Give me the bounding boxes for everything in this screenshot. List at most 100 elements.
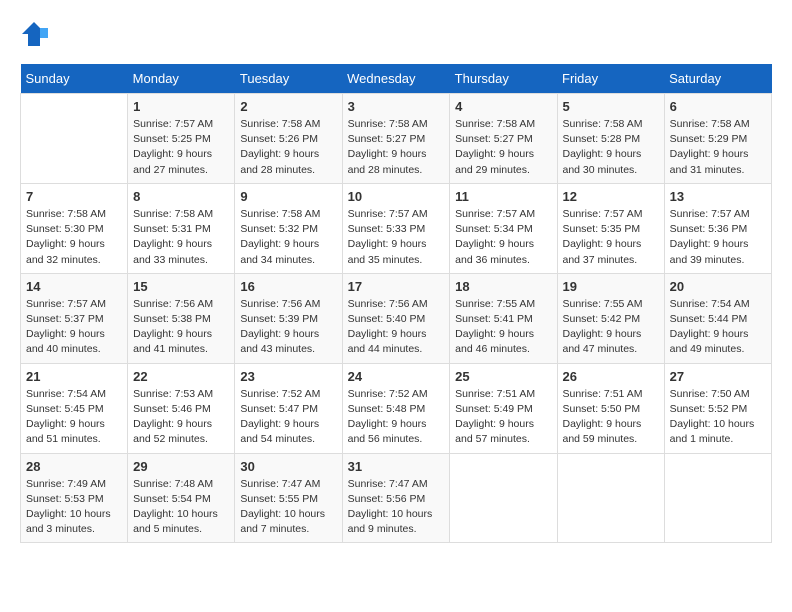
day-info: Sunrise: 7:58 AMSunset: 5:27 PMDaylight:… — [348, 117, 445, 178]
calendar-cell: 28 Sunrise: 7:49 AMSunset: 5:53 PMDayligh… — [21, 453, 128, 543]
calendar-table: SundayMondayTuesdayWednesdayThursdayFrid… — [20, 64, 772, 543]
day-info: Sunrise: 7:56 AMSunset: 5:40 PMDaylight:… — [348, 297, 445, 358]
calendar-cell: 7 Sunrise: 7:58 AMSunset: 5:30 PMDaylight… — [21, 183, 128, 273]
calendar-cell: 12 Sunrise: 7:57 AMSunset: 5:35 PMDayligh… — [557, 183, 664, 273]
calendar-cell: 14 Sunrise: 7:57 AMSunset: 5:37 PMDayligh… — [21, 273, 128, 363]
calendar-cell: 30Sunrise: 7:47 AMSunset: 5:55 PMDayligh… — [235, 453, 342, 543]
day-number: 13 — [670, 189, 766, 204]
day-info: Sunrise: 7:57 AMSunset: 5:37 PMDaylight:… — [26, 297, 122, 358]
calendar-cell: 27 Sunrise: 7:50 AMSunset: 5:52 PMDayligh… — [664, 363, 771, 453]
day-info: Sunrise: 7:54 AMSunset: 5:44 PMDaylight:… — [670, 297, 766, 358]
calendar-cell — [450, 453, 557, 543]
day-info: Sunrise: 7:53 AMSunset: 5:46 PMDaylight:… — [133, 387, 229, 448]
day-info: Sunrise: 7:56 AMSunset: 5:39 PMDaylight:… — [240, 297, 336, 358]
calendar-week-2: 7 Sunrise: 7:58 AMSunset: 5:30 PMDaylight… — [21, 183, 772, 273]
day-number: 16 — [240, 279, 336, 294]
calendar-cell: 31 Sunrise: 7:47 AMSunset: 5:56 PMDayligh… — [342, 453, 450, 543]
day-info: Sunrise: 7:57 AMSunset: 5:25 PMDaylight:… — [133, 117, 229, 178]
day-info: Sunrise: 7:52 AMSunset: 5:48 PMDaylight:… — [348, 387, 445, 448]
day-number: 26 — [563, 369, 659, 384]
day-number: 1 — [133, 99, 229, 114]
day-number: 9 — [240, 189, 336, 204]
day-header-sunday: Sunday — [21, 64, 128, 94]
logo-icon — [20, 20, 48, 48]
calendar-cell: 8 Sunrise: 7:58 AMSunset: 5:31 PMDaylight… — [128, 183, 235, 273]
day-number: 12 — [563, 189, 659, 204]
day-number: 30 — [240, 459, 336, 474]
day-number: 8 — [133, 189, 229, 204]
day-info: Sunrise: 7:50 AMSunset: 5:52 PMDaylight:… — [670, 387, 766, 448]
calendar-week-5: 28 Sunrise: 7:49 AMSunset: 5:53 PMDayligh… — [21, 453, 772, 543]
day-header-friday: Friday — [557, 64, 664, 94]
day-number: 15 — [133, 279, 229, 294]
calendar-cell: 9 Sunrise: 7:58 AMSunset: 5:32 PMDaylight… — [235, 183, 342, 273]
day-number: 4 — [455, 99, 551, 114]
calendar-cell: 23Sunrise: 7:52 AMSunset: 5:47 PMDayligh… — [235, 363, 342, 453]
day-info: Sunrise: 7:58 AMSunset: 5:27 PMDaylight:… — [455, 117, 551, 178]
calendar-week-3: 14 Sunrise: 7:57 AMSunset: 5:37 PMDayligh… — [21, 273, 772, 363]
day-info: Sunrise: 7:55 AMSunset: 5:41 PMDaylight:… — [455, 297, 551, 358]
day-number: 19 — [563, 279, 659, 294]
day-number: 3 — [348, 99, 445, 114]
calendar-cell — [557, 453, 664, 543]
logo — [20, 20, 52, 48]
day-header-thursday: Thursday — [450, 64, 557, 94]
day-info: Sunrise: 7:47 AMSunset: 5:56 PMDaylight:… — [348, 477, 445, 538]
day-number: 14 — [26, 279, 122, 294]
day-info: Sunrise: 7:57 AMSunset: 5:35 PMDaylight:… — [563, 207, 659, 268]
day-info: Sunrise: 7:57 AMSunset: 5:34 PMDaylight:… — [455, 207, 551, 268]
calendar-cell: 2Sunrise: 7:58 AMSunset: 5:26 PMDaylight… — [235, 94, 342, 184]
day-info: Sunrise: 7:58 AMSunset: 5:31 PMDaylight:… — [133, 207, 229, 268]
calendar-cell: 19 Sunrise: 7:55 AMSunset: 5:42 PMDayligh… — [557, 273, 664, 363]
calendar-cell: 10Sunrise: 7:57 AMSunset: 5:33 PMDayligh… — [342, 183, 450, 273]
day-number: 23 — [240, 369, 336, 384]
day-number: 27 — [670, 369, 766, 384]
calendar-cell: 16 Sunrise: 7:56 AMSunset: 5:39 PMDayligh… — [235, 273, 342, 363]
day-header-tuesday: Tuesday — [235, 64, 342, 94]
calendar-cell: 22 Sunrise: 7:53 AMSunset: 5:46 PMDayligh… — [128, 363, 235, 453]
calendar-cell: 25 Sunrise: 7:51 AMSunset: 5:49 PMDayligh… — [450, 363, 557, 453]
calendar-cell: 20 Sunrise: 7:54 AMSunset: 5:44 PMDayligh… — [664, 273, 771, 363]
calendar-cell: 15 Sunrise: 7:56 AMSunset: 5:38 PMDayligh… — [128, 273, 235, 363]
day-number: 31 — [348, 459, 445, 474]
day-number: 25 — [455, 369, 551, 384]
day-number: 21 — [26, 369, 122, 384]
calendar-cell: 26 Sunrise: 7:51 AMSunset: 5:50 PMDayligh… — [557, 363, 664, 453]
day-header-wednesday: Wednesday — [342, 64, 450, 94]
day-info: Sunrise: 7:58 AMSunset: 5:32 PMDaylight:… — [240, 207, 336, 268]
day-info: Sunrise: 7:48 AMSunset: 5:54 PMDaylight:… — [133, 477, 229, 538]
day-header-monday: Monday — [128, 64, 235, 94]
day-number: 18 — [455, 279, 551, 294]
day-number: 24 — [348, 369, 445, 384]
day-info: Sunrise: 7:49 AMSunset: 5:53 PMDaylight:… — [26, 477, 122, 538]
day-number: 5 — [563, 99, 659, 114]
day-info: Sunrise: 7:51 AMSunset: 5:50 PMDaylight:… — [563, 387, 659, 448]
page-header — [20, 20, 772, 48]
day-number: 2 — [240, 99, 336, 114]
day-number: 22 — [133, 369, 229, 384]
day-number: 7 — [26, 189, 122, 204]
calendar-week-4: 21 Sunrise: 7:54 AMSunset: 5:45 PMDayligh… — [21, 363, 772, 453]
day-info: Sunrise: 7:55 AMSunset: 5:42 PMDaylight:… — [563, 297, 659, 358]
day-number: 28 — [26, 459, 122, 474]
day-info: Sunrise: 7:58 AMSunset: 5:30 PMDaylight:… — [26, 207, 122, 268]
day-info: Sunrise: 7:51 AMSunset: 5:49 PMDaylight:… — [455, 387, 551, 448]
calendar-cell — [21, 94, 128, 184]
calendar-cell: 29 Sunrise: 7:48 AMSunset: 5:54 PMDayligh… — [128, 453, 235, 543]
day-number: 20 — [670, 279, 766, 294]
calendar-cell: 6Sunrise: 7:58 AMSunset: 5:29 PMDaylight… — [664, 94, 771, 184]
day-info: Sunrise: 7:58 AMSunset: 5:28 PMDaylight:… — [563, 117, 659, 178]
calendar-week-1: 1 Sunrise: 7:57 AMSunset: 5:25 PMDaylight… — [21, 94, 772, 184]
day-number: 11 — [455, 189, 551, 204]
days-of-week-row: SundayMondayTuesdayWednesdayThursdayFrid… — [21, 64, 772, 94]
day-number: 29 — [133, 459, 229, 474]
calendar-cell: 18 Sunrise: 7:55 AMSunset: 5:41 PMDayligh… — [450, 273, 557, 363]
calendar-cell: 21 Sunrise: 7:54 AMSunset: 5:45 PMDayligh… — [21, 363, 128, 453]
day-info: Sunrise: 7:56 AMSunset: 5:38 PMDaylight:… — [133, 297, 229, 358]
day-info: Sunrise: 7:54 AMSunset: 5:45 PMDaylight:… — [26, 387, 122, 448]
calendar-cell: 4 Sunrise: 7:58 AMSunset: 5:27 PMDaylight… — [450, 94, 557, 184]
calendar-cell: 17Sunrise: 7:56 AMSunset: 5:40 PMDayligh… — [342, 273, 450, 363]
day-header-saturday: Saturday — [664, 64, 771, 94]
calendar-cell: 1 Sunrise: 7:57 AMSunset: 5:25 PMDaylight… — [128, 94, 235, 184]
day-number: 6 — [670, 99, 766, 114]
